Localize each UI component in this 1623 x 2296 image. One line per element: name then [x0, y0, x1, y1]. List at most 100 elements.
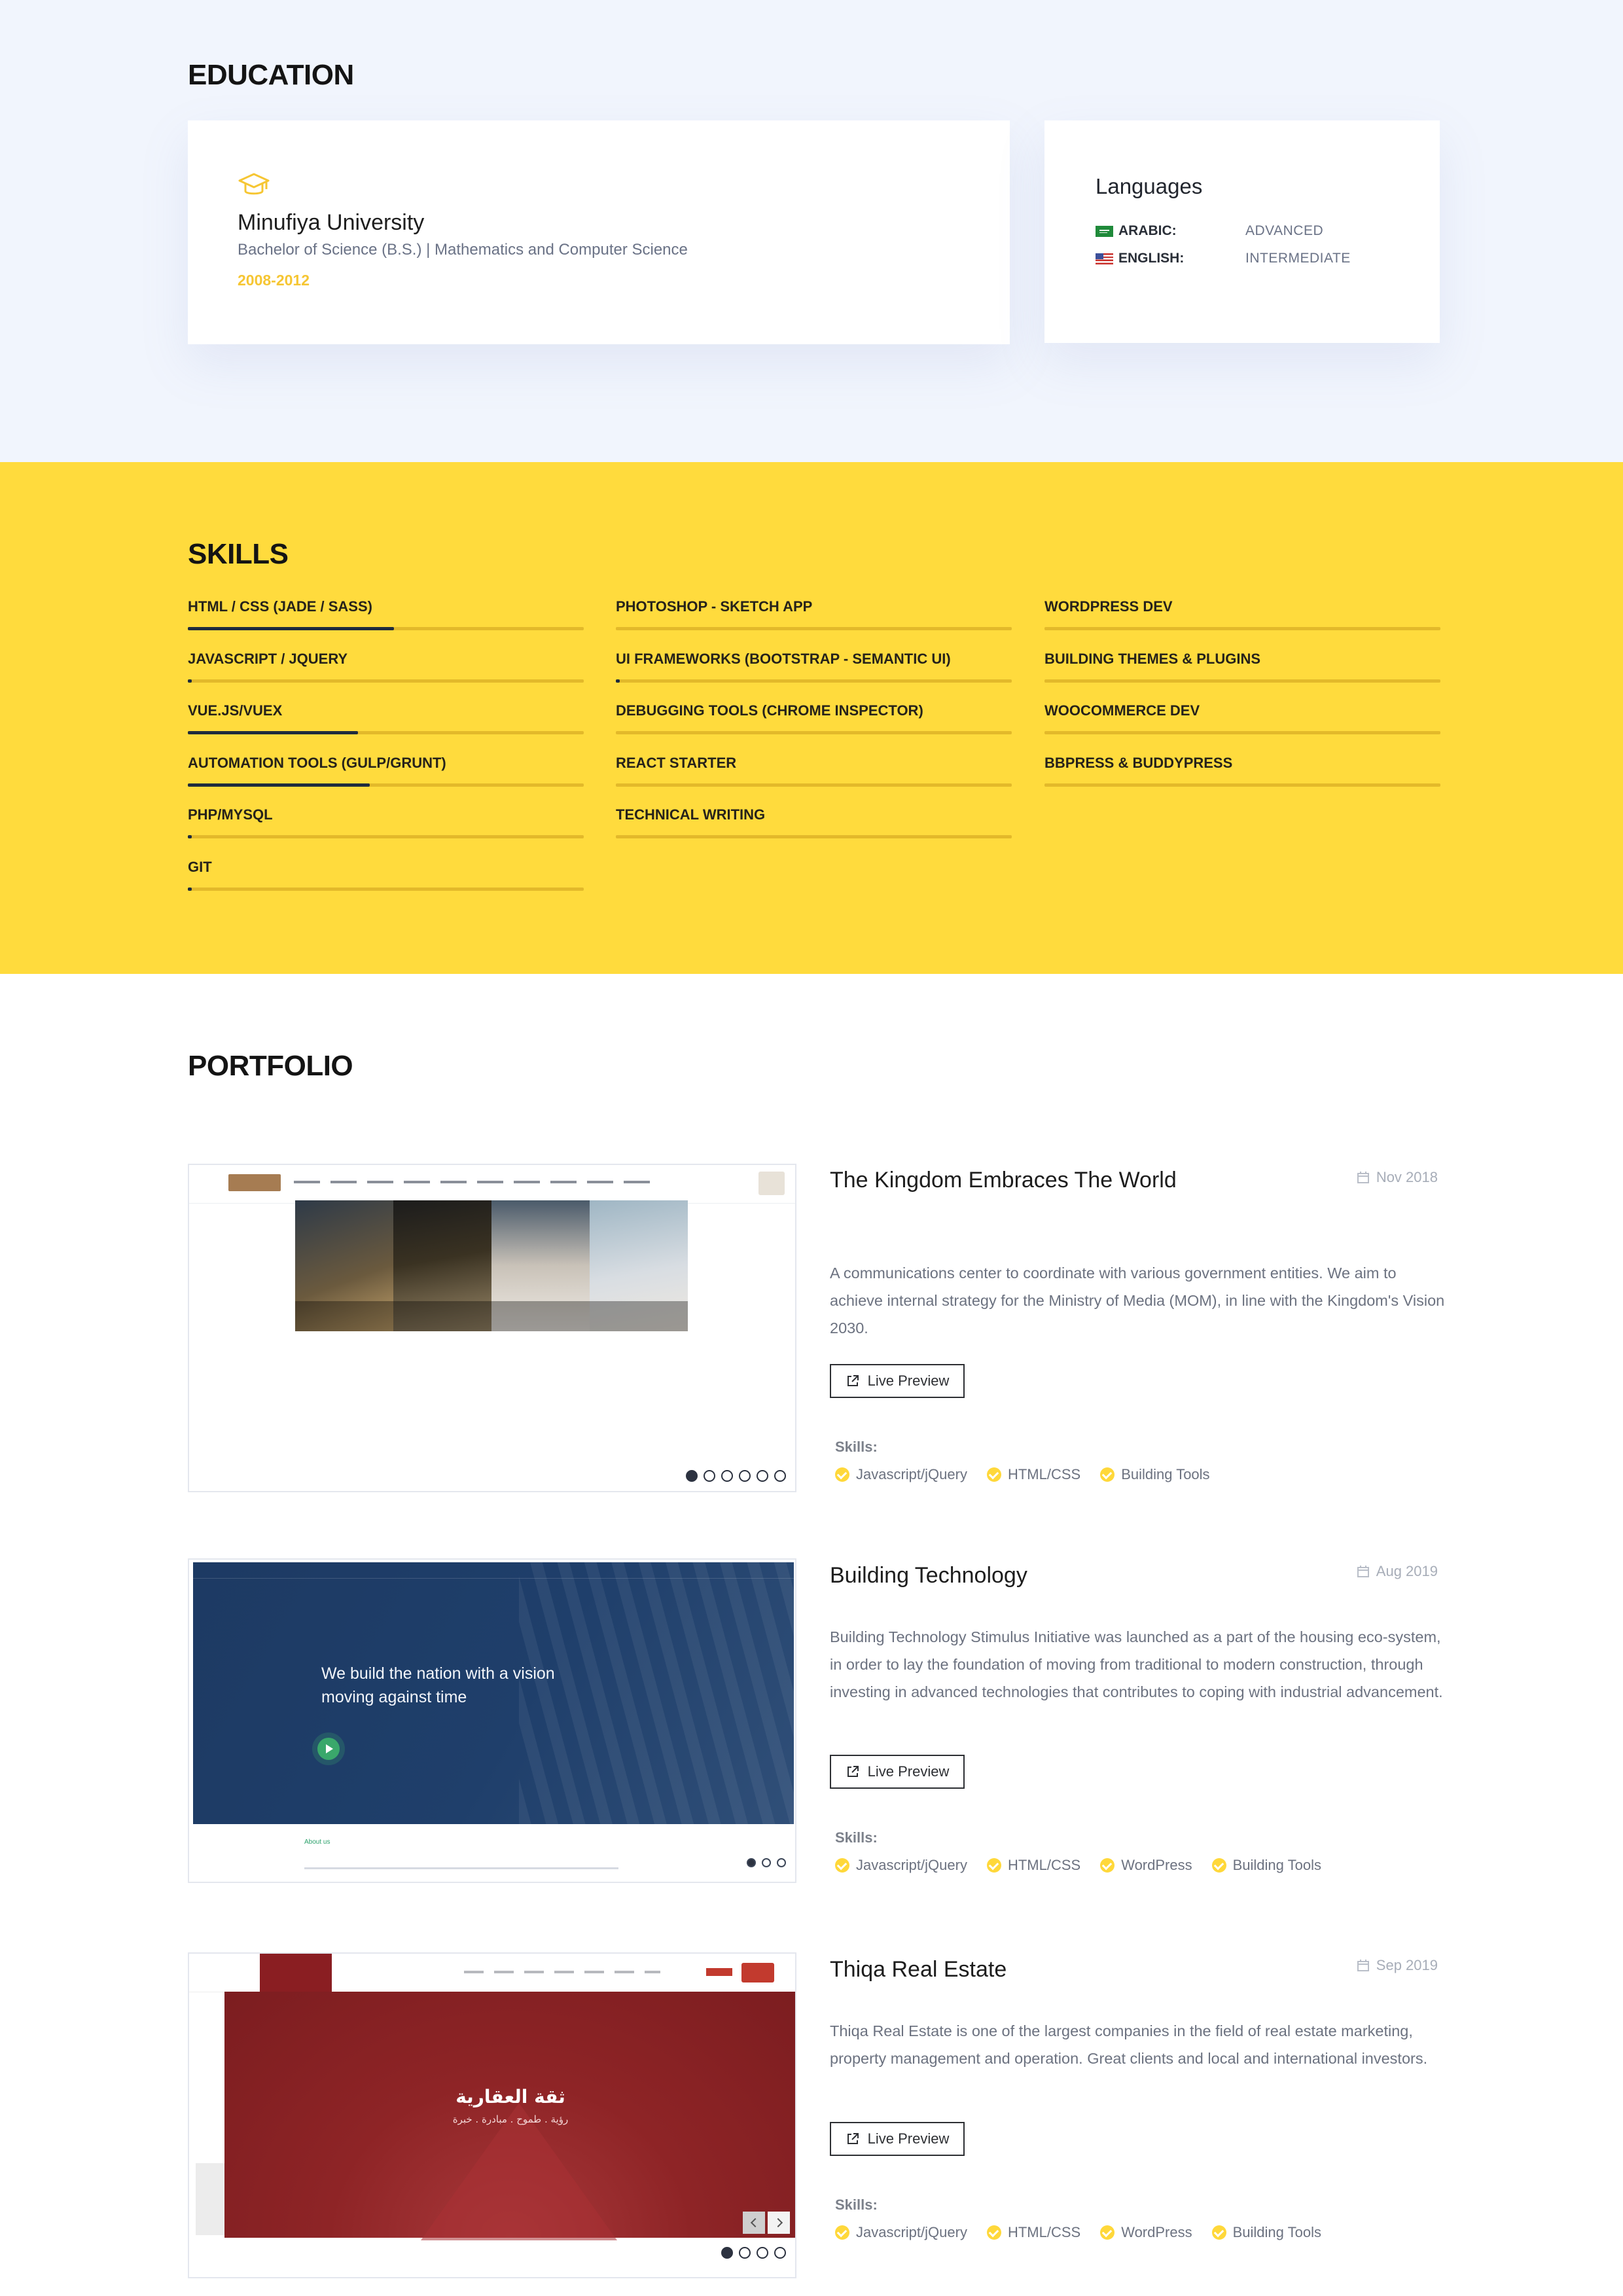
skill-item: GIT — [188, 859, 584, 897]
skill-tag: Javascript/jQuery — [835, 2224, 967, 2241]
skill-tag-label: WordPress — [1121, 2224, 1192, 2240]
skill-item: HTML / CSS (JADE / SASS) — [188, 598, 584, 636]
skill-tag: Javascript/jQuery — [835, 1857, 967, 1874]
carousel-dot[interactable] — [762, 1858, 771, 1867]
skill-item: VUE.JS/VUEX — [188, 702, 584, 740]
carousel-dots[interactable] — [680, 1470, 786, 1482]
project-date-text: Nov 2018 — [1376, 1169, 1438, 1185]
skill-progress-fill — [188, 835, 192, 838]
skill-progress-bar — [616, 783, 1012, 787]
project-screenshot[interactable]: We build the nation with a vision moving… — [188, 1558, 796, 1883]
project-date-text: Aug 2019 — [1376, 1563, 1438, 1579]
next-arrow-icon[interactable] — [768, 2212, 790, 2234]
screenshot-about-strip: About us — [193, 1824, 681, 1882]
portfolio-section: PORTFOLIO The Kingdom Embraces The World — [0, 974, 1623, 2296]
skill-label: GIT — [188, 859, 212, 875]
skill-label: BUILDING THEMES & PLUGINS — [1044, 651, 1261, 667]
carousel-dot[interactable] — [721, 1470, 733, 1482]
skill-tag-label: Javascript/jQuery — [856, 1857, 967, 1873]
project-skills: Javascript/jQuery HTML/CSS WordPress Bui… — [835, 2224, 1341, 2241]
carousel-dot[interactable] — [721, 2247, 733, 2259]
check-circle-icon — [1100, 1467, 1115, 1482]
skill-tag-label: HTML/CSS — [1007, 1857, 1081, 1873]
skill-tag: HTML/CSS — [986, 2224, 1081, 2241]
screenshot-hero: ثقة العقارية رؤية . طموح . مبادرة . خبرة — [224, 1992, 795, 2240]
check-circle-icon — [1100, 2225, 1115, 2240]
education-card: Minufiya University Bachelor of Science … — [188, 120, 1010, 344]
project-title: The Kingdom Embraces The World — [830, 1168, 1177, 1193]
carousel-dot[interactable] — [757, 1470, 768, 1482]
portfolio-heading: PORTFOLIO — [188, 1050, 353, 1082]
check-circle-icon — [835, 1467, 849, 1482]
skill-tag: WordPress — [1100, 1857, 1192, 1874]
skill-item: AUTOMATION TOOLS (GULP/GRUNT) — [188, 755, 584, 793]
language-level: ADVANCED — [1245, 223, 1324, 238]
skill-tag: Building Tools — [1100, 1466, 1210, 1483]
skill-tag-label: Javascript/jQuery — [856, 2224, 967, 2240]
live-preview-label: Live Preview — [867, 1763, 950, 1780]
carousel-dots[interactable] — [741, 1858, 786, 1867]
carousel-dot[interactable] — [777, 1858, 786, 1867]
skill-progress-bar — [616, 627, 1012, 630]
carousel-dot[interactable] — [747, 1858, 756, 1867]
carousel-dots[interactable] — [715, 2247, 786, 2259]
skill-tag-label: HTML/CSS — [1007, 2224, 1081, 2240]
language-name: ARABIC: — [1118, 223, 1177, 238]
carousel-dot[interactable] — [757, 2247, 768, 2259]
live-preview-button[interactable]: Live Preview — [830, 2122, 965, 2156]
saudi-flag-icon — [1096, 225, 1113, 237]
languages-title: Languages — [1096, 174, 1203, 198]
carousel-dot[interactable] — [704, 1470, 715, 1482]
education-section: EDUCATION Minufiya University Bachelor o… — [0, 0, 1623, 462]
carousel-dot[interactable] — [739, 1470, 751, 1482]
carousel-dot[interactable] — [774, 1470, 786, 1482]
skill-progress-fill — [616, 679, 620, 683]
check-circle-icon — [1211, 1858, 1226, 1873]
skill-tag: HTML/CSS — [986, 1857, 1081, 1874]
live-preview-button[interactable]: Live Preview — [830, 1364, 965, 1398]
external-link-icon — [847, 2133, 859, 2144]
screenshot-navbar — [189, 1165, 795, 1204]
skill-tag: Building Tools — [1211, 1857, 1321, 1874]
skill-item: BUILDING THEMES & PLUGINS — [1044, 651, 1440, 689]
skill-progress-bar — [188, 679, 584, 683]
carousel-dot[interactable] — [774, 2247, 786, 2259]
skill-progress-bar — [188, 835, 584, 838]
project-title: Building Technology — [830, 1563, 1027, 1588]
skills-section: SKILLS HTML / CSS (JADE / SASS) JAVASCRI… — [0, 462, 1623, 974]
skill-progress-bar — [1044, 731, 1440, 734]
project-date: Nov 2018 — [1357, 1169, 1438, 1186]
skill-label: DEBUGGING TOOLS (CHROME INSPECTOR) — [616, 702, 923, 719]
skill-progress-fill — [188, 731, 359, 734]
check-circle-icon — [835, 2225, 849, 2240]
carousel-dot[interactable] — [739, 2247, 751, 2259]
calendar-icon — [1357, 1960, 1369, 1971]
education-years: 2008-2012 — [238, 272, 310, 289]
skill-tag-label: WordPress — [1121, 1857, 1192, 1873]
project-screenshot[interactable] — [188, 1164, 796, 1492]
skill-progress-fill — [188, 627, 394, 630]
skill-progress-bar — [188, 783, 584, 787]
skill-tag: Javascript/jQuery — [835, 1466, 967, 1483]
skill-progress-bar — [1044, 627, 1440, 630]
skill-item: JAVASCRIPT / JQUERY — [188, 651, 584, 689]
project-date-text: Sep 2019 — [1376, 1957, 1438, 1973]
education-heading: EDUCATION — [188, 59, 354, 91]
skill-label: UI FRAMEWORKS (BOOTSTRAP - SEMANTIC UI) — [616, 651, 951, 667]
language-row-arabic: ARABIC: — [1096, 223, 1177, 239]
skill-item: WOOCOMMERCE DEV — [1044, 702, 1440, 740]
language-row-english: ENGLISH: — [1096, 251, 1184, 266]
skill-tag-label: HTML/CSS — [1007, 1466, 1081, 1482]
skill-label: HTML / CSS (JADE / SASS) — [188, 598, 372, 615]
play-icon[interactable] — [317, 1738, 340, 1760]
prev-arrow-icon[interactable] — [743, 2212, 765, 2234]
project-description: Thiqa Real Estate is one of the largest … — [830, 2022, 1428, 2067]
live-preview-button[interactable]: Live Preview — [830, 1755, 965, 1789]
us-flag-icon — [1096, 253, 1113, 264]
carousel-dot[interactable] — [686, 1470, 698, 1482]
skill-item: DEBUGGING TOOLS (CHROME INSPECTOR) — [616, 702, 1012, 740]
hero-subtitle: رؤية . طموح . مبادرة . خبرة — [452, 2113, 569, 2125]
project-screenshot[interactable]: ثقة العقارية رؤية . طموح . مبادرة . خبرة — [188, 1952, 796, 2278]
project-description: A communications center to coordinate wi… — [830, 1265, 1445, 1336]
check-circle-icon — [986, 1467, 1001, 1482]
